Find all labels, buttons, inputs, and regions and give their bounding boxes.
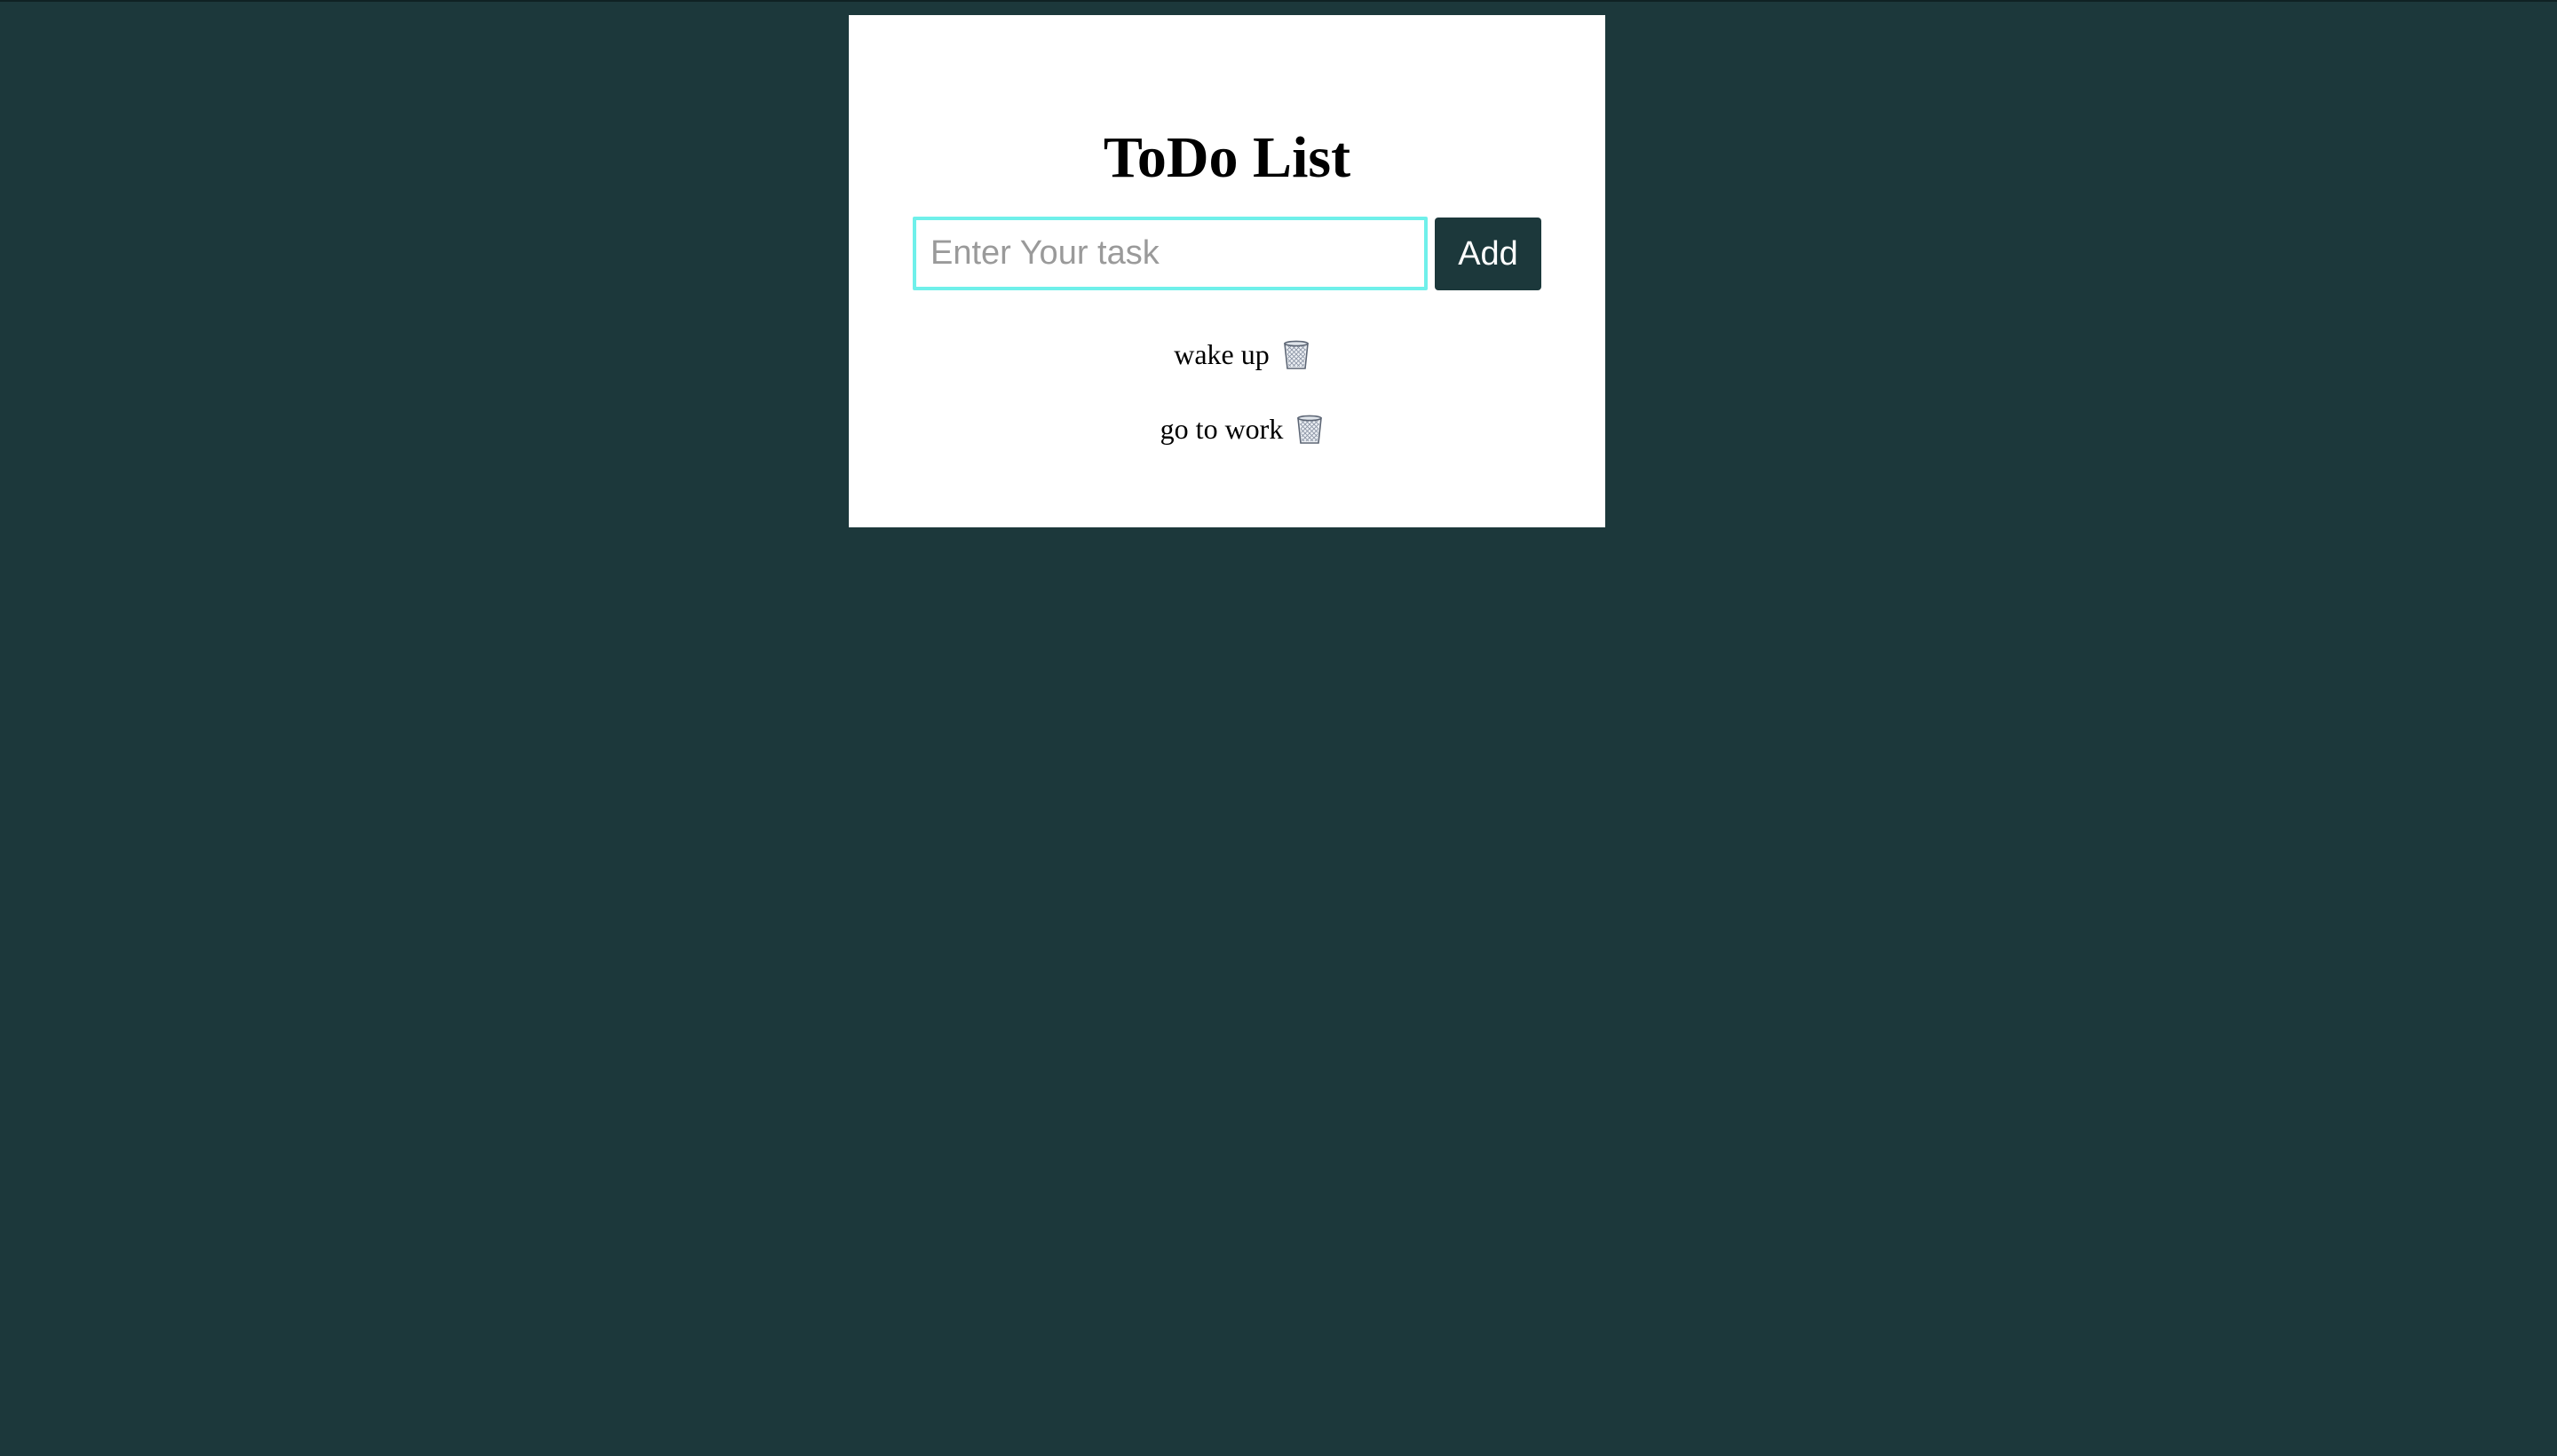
task-input[interactable] xyxy=(913,217,1428,290)
todo-card: ToDo List Add wake up go to work xyxy=(849,15,1605,527)
task-text: wake up xyxy=(1174,338,1270,370)
wastebasket-icon[interactable] xyxy=(1292,411,1327,447)
list-item: wake up xyxy=(849,317,1605,392)
task-list: wake up go to work xyxy=(849,317,1605,466)
task-text: go to work xyxy=(1160,413,1284,445)
wastebasket-icon[interactable] xyxy=(1278,336,1314,372)
page-title: ToDo List xyxy=(1103,125,1351,190)
list-item: go to work xyxy=(849,392,1605,466)
add-button[interactable]: Add xyxy=(1435,218,1541,290)
